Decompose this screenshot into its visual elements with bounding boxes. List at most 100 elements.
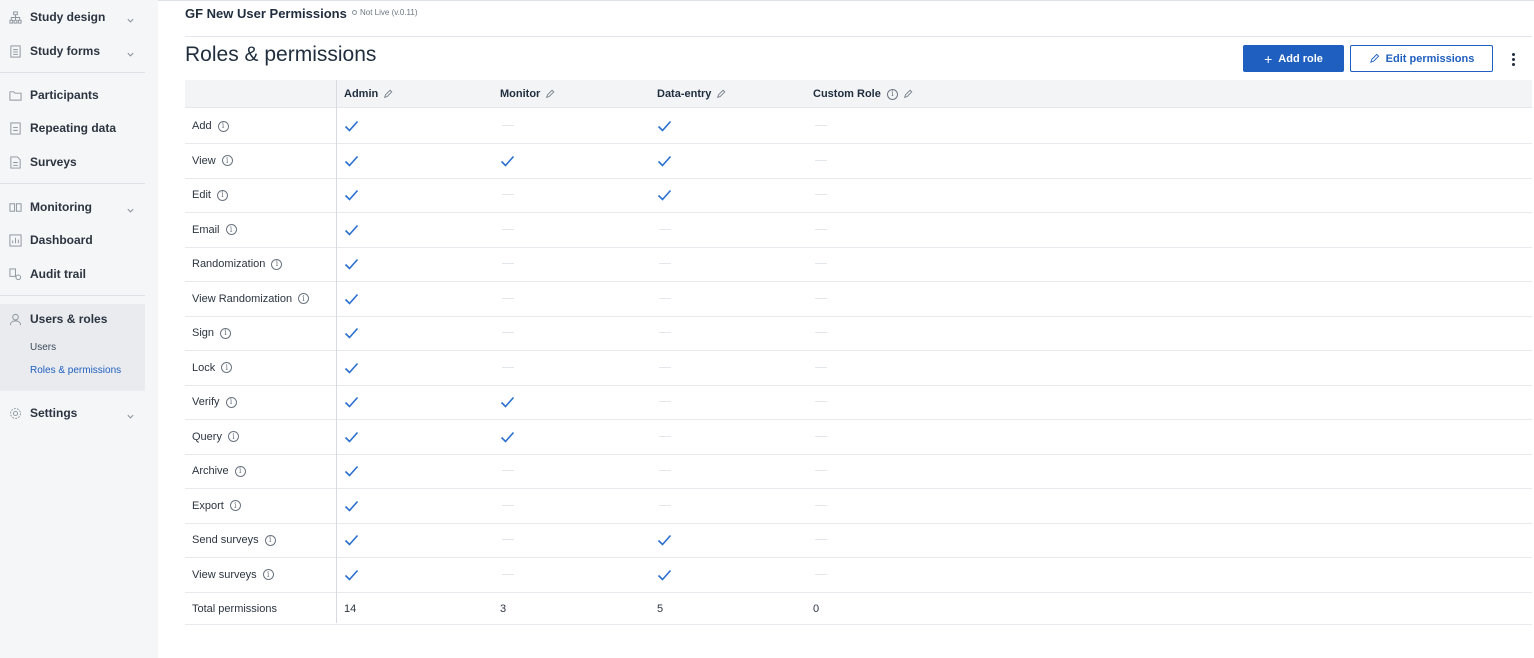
more-options-icon[interactable] [1505, 48, 1521, 70]
folder-icon [8, 88, 22, 102]
no-permission-dash [815, 435, 827, 437]
table-row: View i [185, 144, 1532, 179]
status-dot-icon [352, 10, 357, 15]
check-icon [657, 119, 673, 133]
no-permission-dash [659, 332, 671, 333]
sidebar-item-monitoring[interactable]: Monitoring [0, 192, 145, 222]
table-row: Lock i [185, 351, 1532, 386]
permission-name: Archive [192, 465, 229, 477]
column-header-monitor[interactable]: Monitor [500, 88, 555, 100]
column-header-custom-role[interactable]: Custom Role i [813, 88, 913, 100]
check-icon [500, 430, 516, 444]
sidebar-item-audit-trail[interactable]: Audit trail [0, 259, 145, 289]
info-icon[interactable]: i [221, 362, 233, 373]
sidebar-item-label: Settings [30, 406, 78, 420]
sidebar-item-study-forms[interactable]: Study forms [0, 36, 145, 66]
chevron-down-icon [126, 408, 136, 419]
survey-icon [8, 155, 22, 169]
edit-permissions-button[interactable]: Edit permissions [1350, 45, 1493, 72]
permission-label: Randomization i [192, 258, 283, 270]
permission-name: Add [192, 120, 212, 132]
check-icon [344, 464, 360, 478]
column-label: Custom Role [813, 88, 881, 100]
permission-label: View surveys i [192, 569, 274, 581]
total-permissions-label: Total permissions [192, 603, 277, 615]
pencil-icon[interactable] [903, 89, 913, 99]
sidebar-item-label: Audit trail [30, 267, 86, 281]
sidebar-item-study-design[interactable]: Study design [0, 2, 145, 32]
sidebar-item-users-roles[interactable]: Users & roles [0, 304, 145, 334]
info-icon[interactable]: i [271, 258, 283, 270]
sidebar-item-repeating-data[interactable]: Repeating data [0, 113, 145, 143]
info-icon[interactable]: i [262, 569, 274, 580]
add-role-label: Add role [1278, 52, 1323, 65]
sidebar-item-label: Study design [30, 10, 106, 24]
no-permission-dash [815, 504, 827, 506]
info-icon[interactable]: i [225, 396, 237, 408]
column-label: Monitor [500, 88, 541, 100]
no-permission-dash [659, 263, 671, 264]
no-permission-dash [815, 159, 827, 161]
check-icon [657, 188, 673, 202]
pencil-icon [1369, 53, 1379, 63]
status-badge: Not Live (v.0.11) [352, 8, 418, 17]
sidebar-item-label: Participants [30, 88, 99, 102]
permission-label: Query i [192, 431, 239, 443]
check-icon [344, 395, 360, 409]
chevron-down-icon [126, 12, 136, 23]
info-icon[interactable]: i [217, 120, 229, 132]
no-permission-dash [502, 332, 514, 333]
no-permission-dash [659, 401, 671, 402]
info-icon[interactable]: i [225, 224, 237, 235]
chevron-down-icon [126, 46, 136, 57]
sidebar-item-settings[interactable]: Settings [0, 398, 145, 428]
permission-label: View i [192, 155, 233, 167]
table-row: Edit i [185, 178, 1532, 213]
column-header-admin[interactable]: Admin [344, 88, 393, 100]
no-permission-dash [659, 228, 671, 230]
sidebar-item-label: Dashboard [30, 233, 93, 247]
sidebar-item-dashboard[interactable]: Dashboard [0, 225, 145, 255]
no-permission-dash [659, 504, 671, 506]
page-title: Roles & permissions [185, 43, 377, 66]
pencil-icon[interactable] [716, 89, 726, 99]
no-permission-dash [659, 366, 671, 368]
no-permission-dash [502, 228, 514, 230]
check-icon [344, 430, 360, 444]
no-permission-dash [815, 332, 827, 333]
user-icon [8, 312, 22, 326]
pencil-icon[interactable] [383, 89, 393, 99]
permission-name: Sign [192, 327, 215, 339]
pencil-icon[interactable] [545, 89, 555, 99]
add-role-button[interactable]: + Add role [1243, 45, 1344, 72]
sidebar-divider [0, 183, 145, 184]
permission-name: Send surveys [192, 534, 259, 546]
status-text: Not Live (v.0.11) [360, 8, 418, 17]
column-header-data-entry[interactable]: Data-entry [657, 88, 726, 100]
info-icon[interactable]: i [229, 500, 241, 511]
sidebar-item-participants[interactable]: Participants [0, 80, 145, 110]
no-permission-dash [815, 228, 827, 230]
document-icon [8, 121, 22, 135]
no-permission-dash [502, 125, 514, 126]
info-icon[interactable]: i [234, 465, 246, 477]
check-icon [657, 533, 673, 547]
info-icon[interactable]: i [227, 431, 239, 442]
info-icon[interactable]: i [220, 327, 232, 339]
info-icon[interactable]: i [886, 88, 898, 100]
sidebar-item-surveys[interactable]: Surveys [0, 147, 145, 177]
info-icon[interactable]: i [298, 293, 310, 304]
info-icon[interactable]: i [264, 534, 276, 546]
no-permission-dash [659, 435, 671, 437]
info-icon[interactable]: i [221, 155, 233, 166]
sidebar-item-label: Users & roles [30, 312, 108, 326]
sidebar-subitem-roles-permissions[interactable]: Roles & permissions [30, 365, 121, 376]
check-icon [344, 568, 360, 582]
permission-name: Email [192, 223, 220, 236]
check-icon [344, 188, 360, 202]
table-row: Randomization i [185, 247, 1532, 282]
permission-name: View [192, 154, 216, 167]
info-icon[interactable]: i [216, 189, 228, 201]
sidebar-subitem-users[interactable]: Users [30, 342, 56, 353]
header-divider [185, 36, 1532, 37]
